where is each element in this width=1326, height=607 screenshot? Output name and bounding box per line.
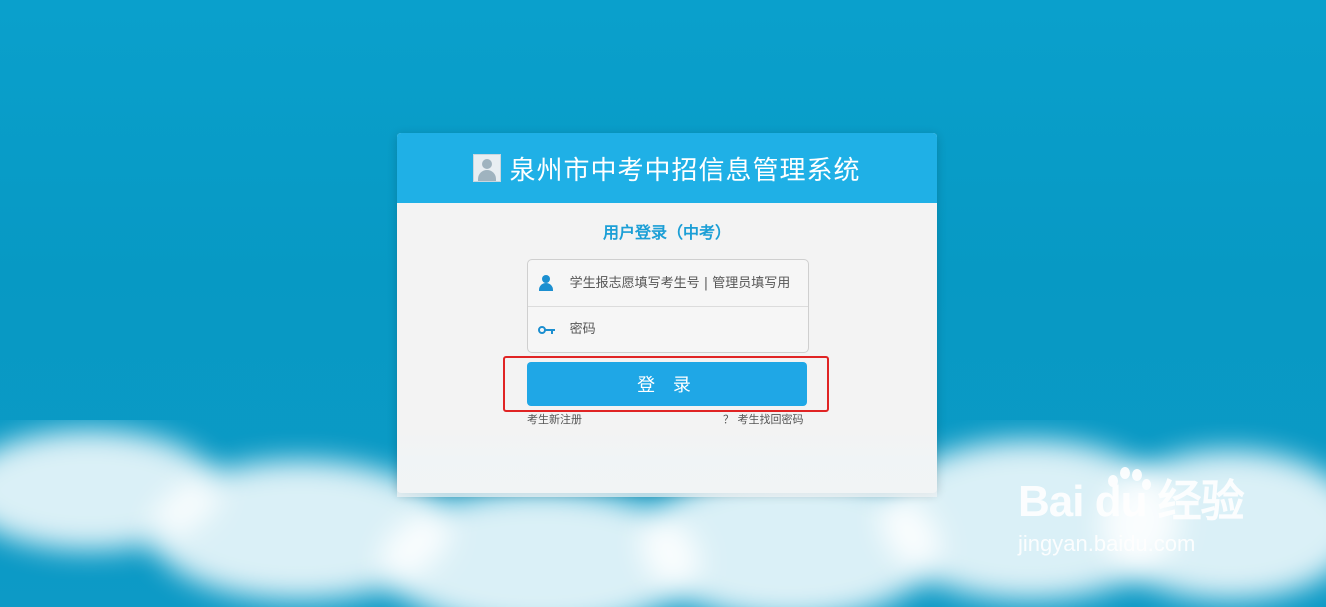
system-title: 泉州市中考中招信息管理系统 [509,155,861,186]
password-input[interactable] [567,321,808,338]
paw-icon [1102,467,1158,507]
login-subtitle: 用户登录（中考） [602,223,731,242]
watermark-url: jingyan.baidu.com [1018,531,1196,556]
login-fields [527,259,809,353]
highlight-annotation [503,356,829,412]
forgot-password-link[interactable]: ？ 考生找回密码 [723,411,804,427]
password-field-row [528,306,808,352]
user-avatar-icon [473,154,502,182]
register-link[interactable]: 考生新注册 [527,411,582,427]
username-input[interactable] [567,274,808,292]
key-icon [538,322,555,338]
panel-fade [397,432,937,497]
baidu-watermark: Bai du 经验 jingyan.baidu.com [1018,465,1245,557]
panel-header: 泉州市中考中招信息管理系统 [397,133,937,203]
user-icon [538,275,554,291]
username-field-row [528,260,808,306]
